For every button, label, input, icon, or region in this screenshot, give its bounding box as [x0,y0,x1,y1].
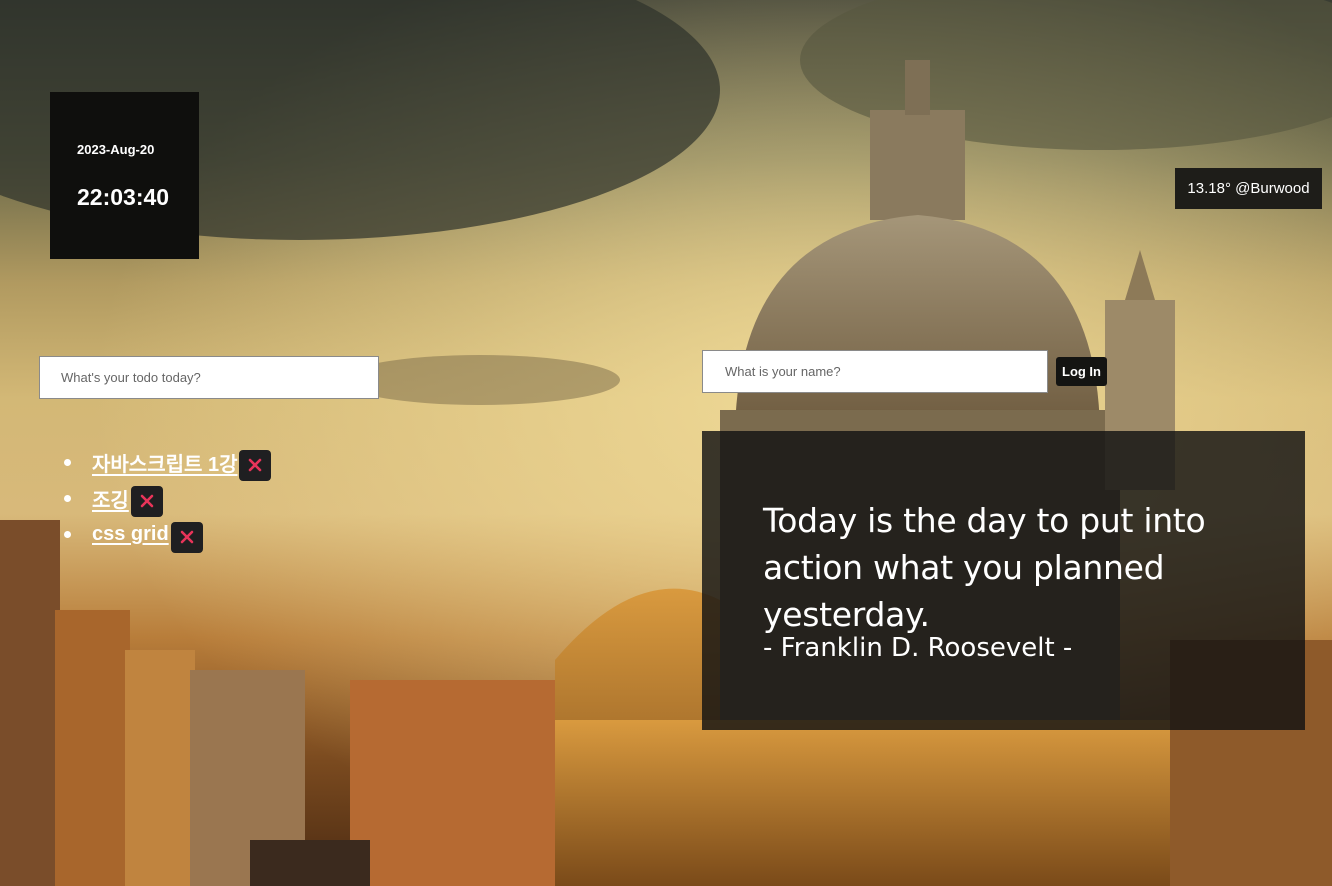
list-item: css grid [60,516,271,553]
clock-date: 2023-Aug-20 [77,142,155,157]
close-icon [249,458,262,472]
name-input[interactable] [702,350,1048,393]
todo-item-text[interactable]: css grid [92,523,169,546]
todo-item-text[interactable]: 조깅 [92,484,129,513]
login-button[interactable]: Log In [1056,357,1107,386]
weather-badge: 13.18° @Burwood [1175,168,1322,209]
delete-todo-button[interactable] [170,521,203,553]
delete-todo-button[interactable] [239,449,272,481]
delete-todo-button[interactable] [130,485,163,517]
list-item: 자바스크립트 1강 [60,444,272,481]
close-icon [140,494,154,508]
bullet-icon [64,530,71,538]
todo-input[interactable] [39,356,379,399]
bullet-icon [64,494,71,502]
quote-text: Today is the day to put into action what… [763,501,1206,634]
close-icon [180,530,194,544]
quote-panel: Today is the day to put into action what… [702,431,1305,730]
clock-panel: 2023-Aug-20 22:03:40 [50,92,199,259]
quote-author: - Franklin D. Roosevelt - [763,633,1073,663]
list-item: 조깅 [60,480,271,517]
clock-time: 22:03:40 [77,184,170,210]
todo-list: 자바스크립트 1강 조깅 css grid [60,444,272,553]
bullet-icon [64,458,71,466]
todo-item-text[interactable]: 자바스크립트 1강 [92,448,237,477]
